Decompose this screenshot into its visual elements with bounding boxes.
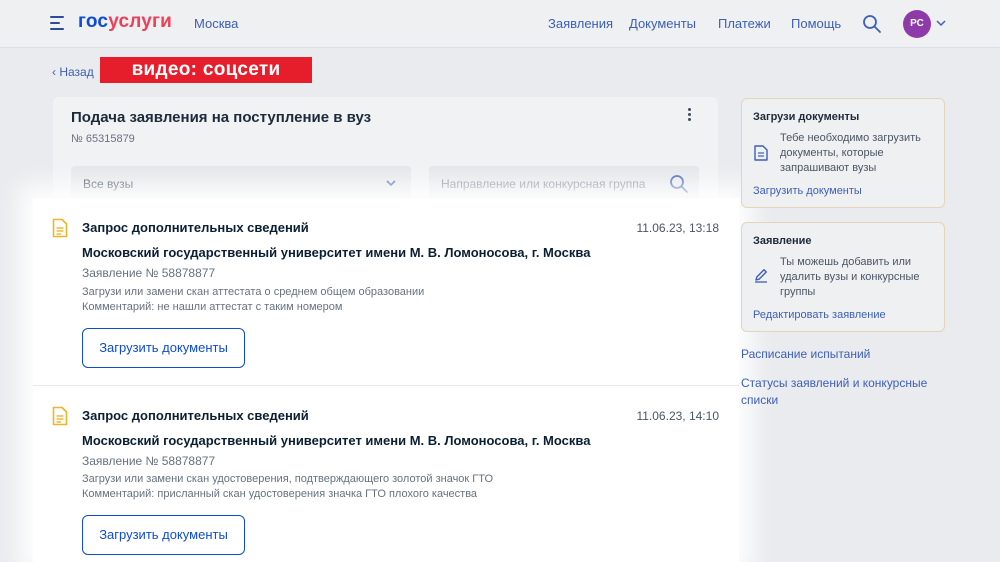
- request-instruction: Загрузи или замени скан удостоверения, п…: [82, 473, 494, 485]
- gosuslugi-logo[interactable]: госуслуги: [78, 11, 172, 33]
- request-application-number: Заявление № 58878877: [82, 454, 216, 468]
- upload-documents-button[interactable]: Загрузить документы: [82, 515, 245, 555]
- search-icon[interactable]: [669, 174, 689, 194]
- page-title: Подача заявления на поступление в вуз: [71, 109, 372, 126]
- application-card-title: Заявление: [753, 235, 812, 247]
- document-icon: [754, 145, 768, 161]
- chevron-down-icon: [386, 180, 396, 187]
- request-title: Запрос дополнительных сведений: [82, 220, 309, 235]
- menu-icon[interactable]: [50, 16, 66, 30]
- search-icon[interactable]: [862, 14, 882, 34]
- request-title: Запрос дополнительных сведений: [82, 408, 309, 423]
- upload-card-description: Тебе необходимо загрузить документы, кот…: [780, 132, 921, 174]
- city-selector[interactable]: Москва: [194, 16, 238, 31]
- document-icon: [52, 218, 68, 238]
- upload-documents-card: Загрузи документы Тебе необходимо загруз…: [741, 98, 945, 208]
- avatar[interactable]: РС: [903, 10, 931, 38]
- pencil-icon: [755, 269, 767, 283]
- application-card-description: Ты можешь добавить или удалить вузы и ко…: [780, 256, 920, 298]
- university-name: Московский государственный университет и…: [82, 245, 591, 260]
- request-instruction: Загрузи или замени скан аттестата о сред…: [82, 286, 425, 298]
- exam-schedule-link[interactable]: Расписание испытаний: [741, 346, 941, 363]
- chevron-down-icon[interactable]: [936, 18, 946, 28]
- upload-card-title: Загрузи документы: [753, 111, 860, 123]
- upload-documents-button[interactable]: Загрузить документы: [82, 328, 245, 368]
- logo-part-gos: гос: [78, 11, 109, 32]
- request-comment: Комментарий: не нашли аттестат с таким н…: [82, 301, 343, 313]
- edit-application-link[interactable]: Редактировать заявление: [753, 309, 886, 321]
- request-item: Запрос дополнительных сведений 11.06.23,…: [33, 198, 739, 386]
- more-options-icon[interactable]: [687, 108, 693, 124]
- nav-documents[interactable]: Документы: [629, 16, 696, 31]
- requests-panel: Запрос дополнительных сведений 11.06.23,…: [33, 198, 739, 562]
- application-status-link[interactable]: Статусы заявлений и конкурсные списки: [741, 375, 941, 409]
- direction-search-placeholder: Направление или конкурсная группа: [441, 177, 646, 191]
- request-item: Запрос дополнительных сведений 11.06.23,…: [33, 387, 739, 562]
- request-date: 11.06.23, 14:10: [636, 409, 719, 423]
- application-edit-card: Заявление Ты можешь добавить или удалить…: [741, 222, 945, 332]
- nav-help[interactable]: Помощь: [791, 16, 841, 31]
- application-number: № 65315879: [71, 133, 135, 145]
- request-application-number: Заявление № 58878877: [82, 266, 216, 280]
- request-comment: Комментарий: присланный скан удостоверен…: [82, 488, 478, 500]
- university-name: Московский государственный университет и…: [82, 433, 591, 448]
- direction-search-input[interactable]: Направление или конкурсная группа: [429, 166, 699, 202]
- request-date: 11.06.23, 13:18: [636, 221, 719, 235]
- top-header: госуслуги Москва Заявления Документы Пла…: [0, 0, 1000, 48]
- nav-applications[interactable]: Заявления: [548, 16, 613, 31]
- document-icon: [52, 406, 68, 426]
- university-filter-select[interactable]: Все вузы: [71, 166, 411, 202]
- back-link[interactable]: ‹ Назад: [52, 65, 94, 79]
- nav-payments[interactable]: Платежи: [718, 16, 771, 31]
- university-filter-value: Все вузы: [83, 177, 134, 191]
- logo-part-uslugi: услуги: [108, 11, 173, 32]
- video-source-banner: видео: соцсети: [100, 57, 312, 83]
- upload-documents-link[interactable]: Загрузить документы: [753, 185, 862, 197]
